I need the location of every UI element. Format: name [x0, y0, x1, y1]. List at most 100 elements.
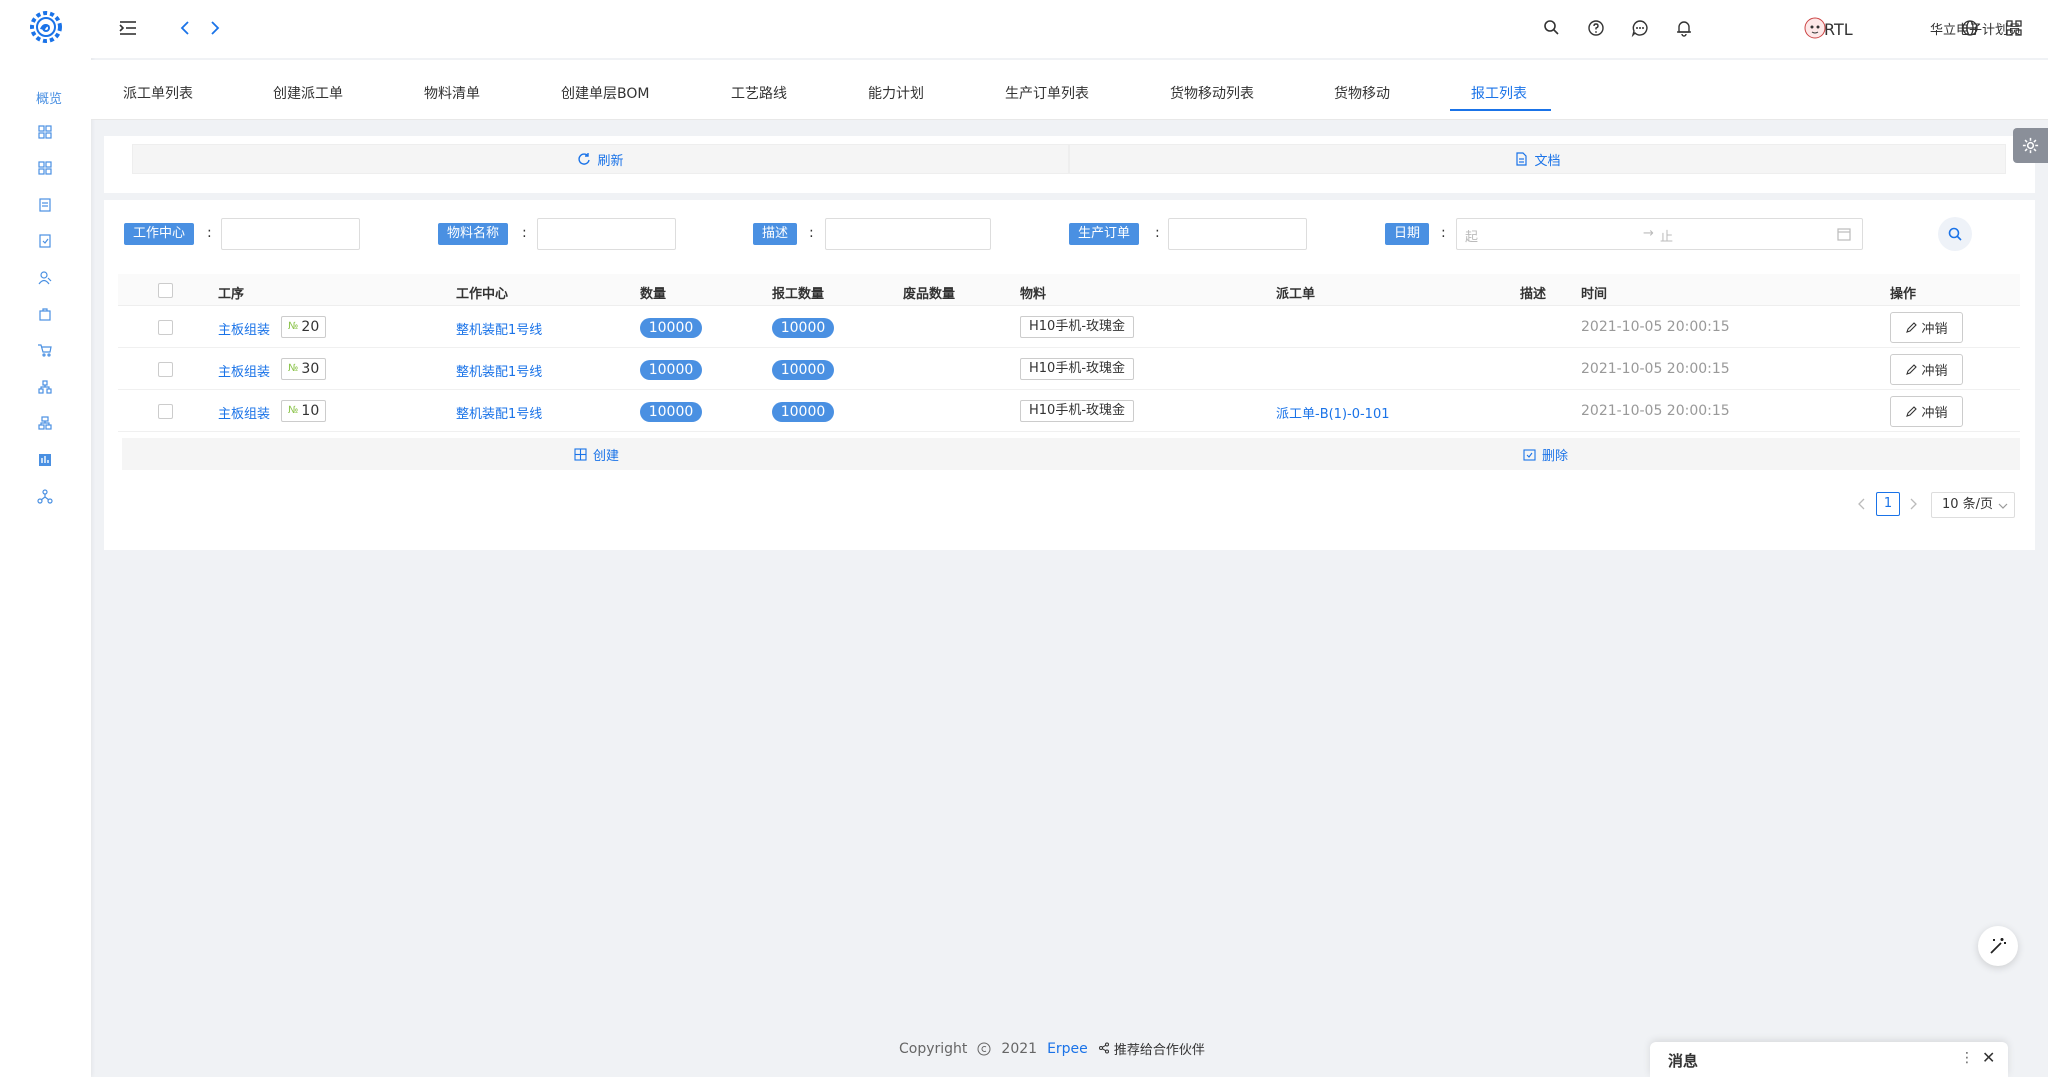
production-order-input[interactable]: [1168, 218, 1307, 250]
search-icon[interactable]: [1542, 18, 1562, 38]
cart-icon[interactable]: [37, 342, 53, 358]
work-center-link[interactable]: 整机装配1号线: [456, 319, 542, 338]
column-description[interactable]: 描述: [1520, 283, 1546, 302]
refresh-icon: [578, 153, 591, 165]
apps-icon[interactable]: [37, 160, 53, 176]
work-center-input[interactable]: [221, 218, 360, 250]
number-sign: №: [288, 321, 299, 332]
material-tag: H10手机-玫瑰金: [1020, 358, 1135, 380]
settings-drawer-toggle[interactable]: [2013, 128, 2048, 163]
tab-capacity-plan[interactable]: 能力计划: [868, 83, 924, 103]
globe-icon[interactable]: [1960, 18, 1980, 38]
document-icon[interactable]: [37, 197, 53, 213]
sidebar-overview-label[interactable]: 概览: [36, 88, 62, 107]
report-icon[interactable]: [37, 452, 53, 468]
hierarchy-icon[interactable]: [37, 415, 53, 431]
docs-button[interactable]: 文档: [1069, 144, 2006, 174]
bell-icon[interactable]: [1674, 18, 1694, 38]
row-checkbox[interactable]: [158, 404, 173, 419]
operation-link[interactable]: 主板组装: [218, 319, 270, 338]
column-actions: 操作: [1890, 287, 1917, 302]
page-size-label: 10 条/页: [1942, 497, 1994, 512]
delete-button[interactable]: 删除: [1071, 438, 2020, 470]
row-checkbox[interactable]: [158, 320, 173, 335]
material-tag: H10手机-玫瑰金: [1020, 400, 1135, 422]
date-range-picker[interactable]: 起 → 止: [1456, 218, 1863, 250]
users-icon[interactable]: [37, 270, 53, 286]
bag-icon[interactable]: [37, 306, 53, 322]
tab-production-orders[interactable]: 生产订单列表: [1005, 83, 1089, 103]
reverse-button[interactable]: 冲销: [1890, 312, 1963, 343]
table-row[interactable]: 主板组装 № 20 整机装配1号线 10000 10000 H10手机-玫瑰金 2…: [118, 306, 2020, 348]
document-icon: [1516, 152, 1528, 166]
share-link[interactable]: 推荐给合作伙伴: [1098, 1039, 1205, 1058]
refresh-button[interactable]: 刷新: [132, 144, 1069, 174]
column-scrap-quantity[interactable]: 废品数量: [903, 283, 955, 302]
page-number-current[interactable]: 1: [1876, 492, 1900, 516]
sequence-tag: № 20: [281, 316, 327, 338]
filter-label-material-name: 物料名称: [438, 223, 509, 245]
rtl-toggle[interactable]: RTL: [1824, 20, 1853, 39]
messages-panel[interactable]: 消息 ⋮ ✕: [1650, 1042, 2008, 1077]
reverse-button[interactable]: 冲销: [1890, 396, 1963, 427]
chevron-left-icon[interactable]: [175, 18, 195, 38]
reported-quantity-badge: 10000: [772, 318, 834, 338]
work-center-link[interactable]: 整机装配1号线: [456, 361, 542, 380]
close-icon[interactable]: ✕: [1982, 1048, 1995, 1067]
org-chart-icon[interactable]: [37, 379, 53, 395]
tab-goods-movement[interactable]: 货物移动: [1334, 83, 1390, 103]
create-button[interactable]: 创建: [122, 438, 1071, 470]
tab-routing[interactable]: 工艺路线: [731, 83, 787, 103]
table-row[interactable]: 主板组装 № 30 整机装配1号线 10000 10000 H10手机-玫瑰金 2…: [118, 348, 2020, 390]
operation-link[interactable]: 主板组装: [218, 361, 270, 380]
grid-icon[interactable]: [37, 124, 53, 140]
column-quantity[interactable]: 数量: [640, 283, 666, 302]
network-icon[interactable]: [37, 488, 53, 504]
apps-grid-icon[interactable]: [2004, 18, 2024, 38]
top-header: RTL 华立电子计划员: [91, 0, 2048, 58]
column-material[interactable]: 物料: [1020, 283, 1046, 302]
shield-doc-icon[interactable]: [37, 233, 53, 249]
brand-link[interactable]: Erpee: [1047, 1041, 1088, 1057]
column-operation[interactable]: 工序: [218, 283, 244, 302]
tab-work-report-list[interactable]: 报工列表: [1471, 83, 1527, 103]
column-time[interactable]: 时间: [1581, 283, 1607, 302]
chevron-right-icon[interactable]: [205, 18, 225, 38]
tab-create-bom[interactable]: 创建单层BOM: [561, 83, 649, 103]
app-logo[interactable]: [27, 8, 65, 46]
sequence-tag: № 10: [281, 400, 327, 422]
more-icon[interactable]: ⋮: [1960, 1050, 1974, 1066]
dispatch-link[interactable]: 派工单-B(1)-0-101: [1276, 403, 1390, 422]
work-center-link[interactable]: 整机装配1号线: [456, 403, 542, 422]
select-all-checkbox[interactable]: [158, 283, 173, 298]
search-button[interactable]: [1938, 217, 1972, 251]
chat-icon[interactable]: [1630, 18, 1650, 38]
tab-dispatch-list[interactable]: 派工单列表: [123, 83, 193, 103]
sequence-number: 10: [301, 403, 320, 419]
description-input[interactable]: [825, 218, 991, 250]
sequence-number: 20: [301, 319, 320, 335]
tab-goods-movement-list[interactable]: 货物移动列表: [1170, 83, 1254, 103]
quantity-badge: 10000: [640, 318, 702, 338]
magic-wand-button[interactable]: [1978, 926, 2018, 966]
filter-label-date: 日期: [1385, 223, 1430, 245]
column-work-center[interactable]: 工作中心: [456, 283, 508, 302]
avatar[interactable]: [1803, 16, 1827, 40]
tab-bom[interactable]: 物料清单: [424, 83, 480, 103]
filter-label-production-order: 生产订单: [1069, 223, 1140, 245]
help-icon[interactable]: [1586, 18, 1606, 38]
row-checkbox[interactable]: [158, 362, 173, 377]
table-row[interactable]: 主板组装 № 10 整机装配1号线 10000 10000 H10手机-玫瑰金 派…: [118, 390, 2020, 432]
column-dispatch[interactable]: 派工单: [1276, 283, 1315, 302]
reverse-button[interactable]: 冲销: [1890, 354, 1963, 385]
page-size-select[interactable]: 10 条/页: [1931, 492, 2015, 518]
column-reported-quantity[interactable]: 报工数量: [772, 283, 824, 302]
next-page-icon[interactable]: [1907, 492, 1919, 516]
table-actions-bar: 创建 删除: [122, 438, 2020, 470]
page-footer: Copyright 2021 Erpee 推荐给合作伙伴: [899, 1039, 1205, 1059]
prev-page-icon[interactable]: [1856, 492, 1868, 516]
operation-link[interactable]: 主板组装: [218, 403, 270, 422]
menu-fold-icon[interactable]: [118, 18, 138, 38]
material-name-input[interactable]: [537, 218, 676, 250]
tab-create-dispatch[interactable]: 创建派工单: [273, 83, 343, 103]
